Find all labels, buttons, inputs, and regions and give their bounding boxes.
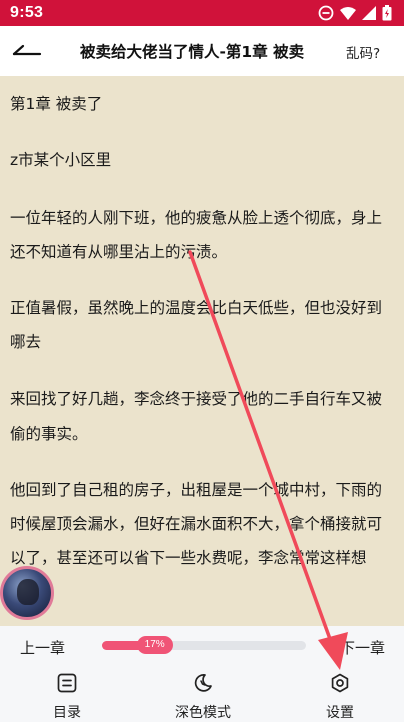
settings-button[interactable]: 设置 <box>295 672 385 722</box>
bottom-toolbar: 目录 深色模式 设置 <box>0 668 404 722</box>
paragraph-line: 还不知道有从哪里沾上的污渍。 <box>10 243 228 261</box>
status-time: 9:53 <box>10 4 44 21</box>
next-chapter-button[interactable]: 下一章 <box>340 637 385 658</box>
reader-header: 被卖给大佬当了情人-第1章 被卖 乱码? <box>0 26 404 76</box>
chapter-progress-row: 上一章 17% 下一章 <box>0 626 404 668</box>
signal-icon <box>362 6 376 20</box>
paragraph-line: 他回到了自己租的房子，出租屋是一个城中村，下雨的 <box>10 481 383 499</box>
gear-icon <box>329 672 351 694</box>
floating-avatar[interactable] <box>0 566 54 620</box>
battery-icon <box>382 5 392 21</box>
paragraph-line: 来回找了好几趟，李念终于接受了他的二手自行车又被 <box>10 390 383 408</box>
previous-chapter-button[interactable]: 上一章 <box>20 637 65 658</box>
paragraph-line: 正值暑假，虽然晚上的温度会比白天低些，但也没好到 <box>10 299 383 317</box>
paragraph-line: z市某个小区里 <box>10 151 112 169</box>
back-button[interactable] <box>12 39 44 63</box>
paragraph-line: 哪去 <box>10 333 42 351</box>
toc-button[interactable]: 目录 <box>22 672 112 722</box>
toc-label: 目录 <box>53 705 81 721</box>
list-icon <box>56 672 78 694</box>
progress-knob[interactable]: 17% <box>136 636 173 654</box>
paragraph-line: 时候屋顶会漏水，但好在漏水面积不大，拿个桶接就可 <box>10 515 383 533</box>
wifi-icon <box>340 6 356 20</box>
dark-mode-label: 深色模式 <box>175 705 231 721</box>
progress-slider[interactable]: 17% <box>102 636 306 654</box>
moon-icon <box>192 672 214 694</box>
chapter-heading: 第1章 被卖了 <box>10 95 103 113</box>
paragraph-line: 着。 <box>10 576 394 608</box>
back-arrow-icon <box>12 42 42 61</box>
chapter-title: 被卖给大佬当了情人-第1章 被卖 <box>80 43 305 61</box>
reading-content[interactable]: 第1章 被卖了 z市某个小区里 一位年轻的人刚下班，他的疲惫从脸上透个彻底，身上… <box>0 76 404 626</box>
do-not-disturb-icon <box>318 5 334 21</box>
settings-label: 设置 <box>326 705 354 721</box>
dark-mode-button[interactable]: 深色模式 <box>158 672 248 722</box>
garbled-text-button[interactable]: 乱码? <box>346 42 380 62</box>
status-icons <box>318 5 392 21</box>
paragraph-line: 以了，甚至还可以省下一些水费呢，李念常常这样想 <box>10 549 367 567</box>
paragraph-line: 偷的事实。 <box>10 425 88 443</box>
status-bar: 9:53 <box>0 0 404 26</box>
paragraph-line: 一位年轻的人刚下班，他的疲惫从脸上透个彻底，身上 <box>10 209 383 227</box>
